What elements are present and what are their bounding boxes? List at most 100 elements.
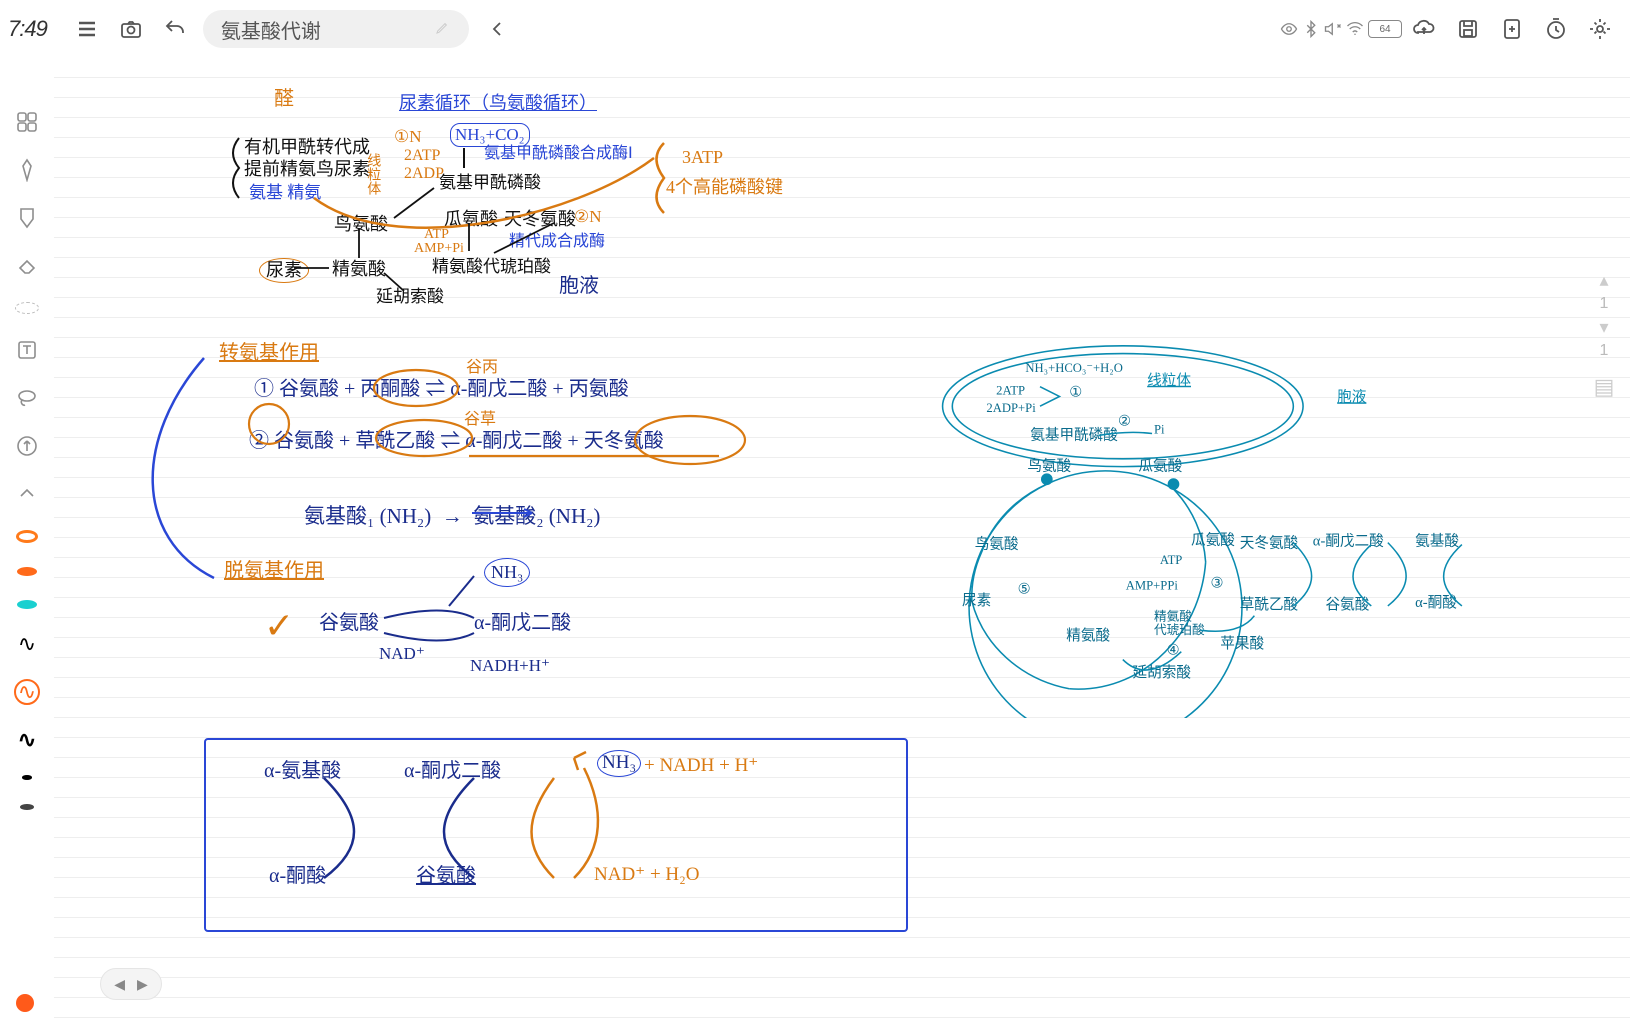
diag-akg: α-酮戊二酸 bbox=[1313, 533, 1384, 550]
hw-cp: 氨基甲酰磷酸 bbox=[439, 172, 541, 194]
diag-oa: 草酰乙酸 bbox=[1240, 596, 1299, 613]
hw-brace2: 4个高能磷酸键 bbox=[666, 176, 783, 199]
page-next-icon[interactable]: ▶ bbox=[137, 976, 148, 993]
hw-orn: 鸟氨酸 bbox=[334, 213, 388, 236]
shapes-tool[interactable] bbox=[12, 110, 42, 134]
hw-cit: 瓜氨酸 bbox=[444, 208, 498, 231]
diag-urea: 尿素 bbox=[962, 592, 991, 609]
hw-nadhhh: NADH+H⁺ bbox=[470, 655, 550, 677]
timer-button[interactable] bbox=[1536, 9, 1576, 49]
diag-step3: ③ bbox=[1211, 575, 1224, 591]
diag-cit2: 瓜氨酸 bbox=[1191, 532, 1235, 549]
document-title-text: 氨基酸代谢 bbox=[221, 15, 321, 44]
pen-tool[interactable] bbox=[12, 158, 42, 182]
stroke-style-3[interactable]: ∿ bbox=[18, 729, 36, 751]
hw-list1: 有机甲酰转代成 bbox=[244, 136, 370, 159]
stroke-style-1[interactable]: ∿ bbox=[18, 633, 36, 655]
eraser-tool[interactable] bbox=[12, 254, 42, 278]
tape-tool[interactable] bbox=[15, 302, 39, 314]
settings-button[interactable] bbox=[1580, 9, 1620, 49]
urea-cycle-diagram: NH₃+HCO₃⁻+H₂O 2ATP 2ADP+Pi ① 线粒体 胞液 氨基甲酰… bbox=[920, 338, 1540, 718]
status-tray: 64 bbox=[1280, 20, 1402, 38]
page-nav-pill[interactable]: ◀ ▶ bbox=[100, 968, 162, 1000]
collapse-button[interactable] bbox=[477, 9, 517, 49]
note-canvas[interactable]: 醛 尿素循环（鸟氨酸循环） 有机甲酰转代成 提前精氨鸟尿素 氨基 精氨 NH₃+… bbox=[54, 58, 1630, 1018]
diag-2atp: 2ATP bbox=[996, 384, 1025, 398]
hw-on2: ②N bbox=[574, 206, 602, 228]
hw-trans-title: 转氨基作用 bbox=[219, 340, 319, 366]
hw-label-1: 醛 bbox=[274, 86, 294, 112]
camera-button[interactable] bbox=[111, 9, 151, 49]
hw-fum: 延胡索酸 bbox=[376, 286, 444, 308]
color-gray[interactable] bbox=[20, 804, 34, 810]
diag-argsuc: 精氨酸代琥珀酸 bbox=[1154, 610, 1205, 638]
page-down-icon[interactable]: ▾ bbox=[1599, 317, 1608, 338]
hw-mito: 线粒体 bbox=[363, 153, 381, 195]
tool-palette: ∿ ∿ ∿ bbox=[0, 110, 54, 810]
document-title[interactable]: 氨基酸代谢 bbox=[203, 10, 469, 48]
diag-topeq: NH₃+HCO₃⁻+H₂O bbox=[1025, 361, 1122, 375]
hw-box2b: 谷氨酸 bbox=[416, 863, 476, 889]
hw-asp: 天冬氨酸 bbox=[504, 208, 576, 231]
diag-step5: ⑤ bbox=[1018, 581, 1031, 597]
highlighter-tool[interactable] bbox=[12, 206, 42, 230]
diag-step1: ① bbox=[1069, 384, 1082, 400]
page-total: 1 bbox=[1600, 342, 1609, 360]
diag-orn2: 鸟氨酸 bbox=[975, 535, 1019, 552]
hw-box1b: α-酮戊二酸 bbox=[404, 758, 501, 784]
save-button[interactable] bbox=[1448, 9, 1488, 49]
color-cyan[interactable] bbox=[17, 600, 37, 609]
hw-blue-left: 氨基 精氨 bbox=[249, 182, 321, 204]
page-prev-icon[interactable]: ◀ bbox=[114, 976, 125, 993]
status-clock: 7:49 bbox=[8, 16, 47, 42]
color-orange[interactable] bbox=[17, 567, 37, 576]
battery-percent: 64 bbox=[1379, 24, 1390, 35]
hw-urea: 尿素 bbox=[259, 258, 309, 283]
hw-on1: ①N bbox=[394, 126, 422, 148]
diag-step2: ② bbox=[1118, 414, 1131, 430]
cloud-sync-button[interactable] bbox=[1404, 9, 1444, 49]
hw-chain: 氨基酸₁ (NH₂) → 氨基酸₂ (NH₂) bbox=[304, 503, 600, 530]
page-up-icon[interactable]: ▴ bbox=[1599, 270, 1608, 291]
pages-overview-icon[interactable]: ▤ bbox=[1594, 374, 1615, 400]
hw-argsuc: 精氨酸代琥珀酸 bbox=[432, 256, 551, 278]
stroke-style-2[interactable]: ∿ bbox=[14, 679, 40, 705]
pan-tool[interactable] bbox=[12, 434, 42, 458]
hw-box-r2: NAD⁺ + H₂O bbox=[594, 863, 699, 888]
diag-malate: 苹果酸 bbox=[1220, 635, 1264, 652]
add-page-button[interactable] bbox=[1492, 9, 1532, 49]
hw-check: ✓ bbox=[264, 603, 294, 650]
diag-aa: 氨基酸 bbox=[1415, 533, 1459, 550]
diag-mito: 线粒体 bbox=[1147, 372, 1191, 389]
diag-2adp: 2ADP+Pi bbox=[986, 401, 1036, 415]
page-current: 1 bbox=[1600, 295, 1609, 313]
eye-icon bbox=[1280, 20, 1298, 38]
text-tool[interactable] bbox=[12, 338, 42, 362]
collapse-tools[interactable] bbox=[12, 482, 42, 506]
hw-deam-title: 脱氨基作用 bbox=[224, 558, 324, 584]
color-black-small[interactable] bbox=[22, 775, 32, 780]
wifi-icon bbox=[1346, 20, 1364, 38]
hw-2adp: 2ADP bbox=[404, 164, 444, 185]
lasso-tool[interactable] bbox=[12, 386, 42, 410]
color-accent-dot[interactable] bbox=[16, 994, 34, 1012]
diag-pi: Pi bbox=[1154, 422, 1165, 436]
hw-syn: 精代成合成酶 bbox=[509, 232, 605, 253]
color-outline-orange[interactable] bbox=[16, 530, 38, 543]
diag-aket: α-酮酸 bbox=[1415, 594, 1457, 611]
bluetooth-icon bbox=[1302, 20, 1320, 38]
hw-cell: 胞液 bbox=[559, 273, 599, 299]
battery-indicator: 64 bbox=[1368, 20, 1402, 38]
menu-button[interactable] bbox=[67, 9, 107, 49]
hw-trans-line1: ① 谷氨酸 + 丙酮酸 ⇌ α-酮戊二酸 + 丙氨酸 bbox=[254, 376, 629, 402]
hw-brace1: 3ATP bbox=[682, 146, 723, 169]
hw-nad: NAD⁺ bbox=[379, 643, 425, 665]
hw-deam-src: 谷氨酸 bbox=[319, 610, 379, 636]
diag-arg: 精氨酸 bbox=[1066, 627, 1110, 644]
hw-deam-nh3: NH₃ bbox=[484, 558, 530, 587]
undo-button[interactable] bbox=[155, 9, 195, 49]
edit-title-icon bbox=[435, 18, 451, 41]
hw-enzyme1: 氨基甲酰磷酸合成酶Ⅰ bbox=[484, 144, 633, 165]
diag-cit: 瓜氨酸 bbox=[1138, 458, 1182, 475]
hw-trans-line2: ② 谷氨酸 + 草酰乙酸 ⇌ α-酮戊二酸 + 天冬氨酸 bbox=[249, 428, 664, 454]
